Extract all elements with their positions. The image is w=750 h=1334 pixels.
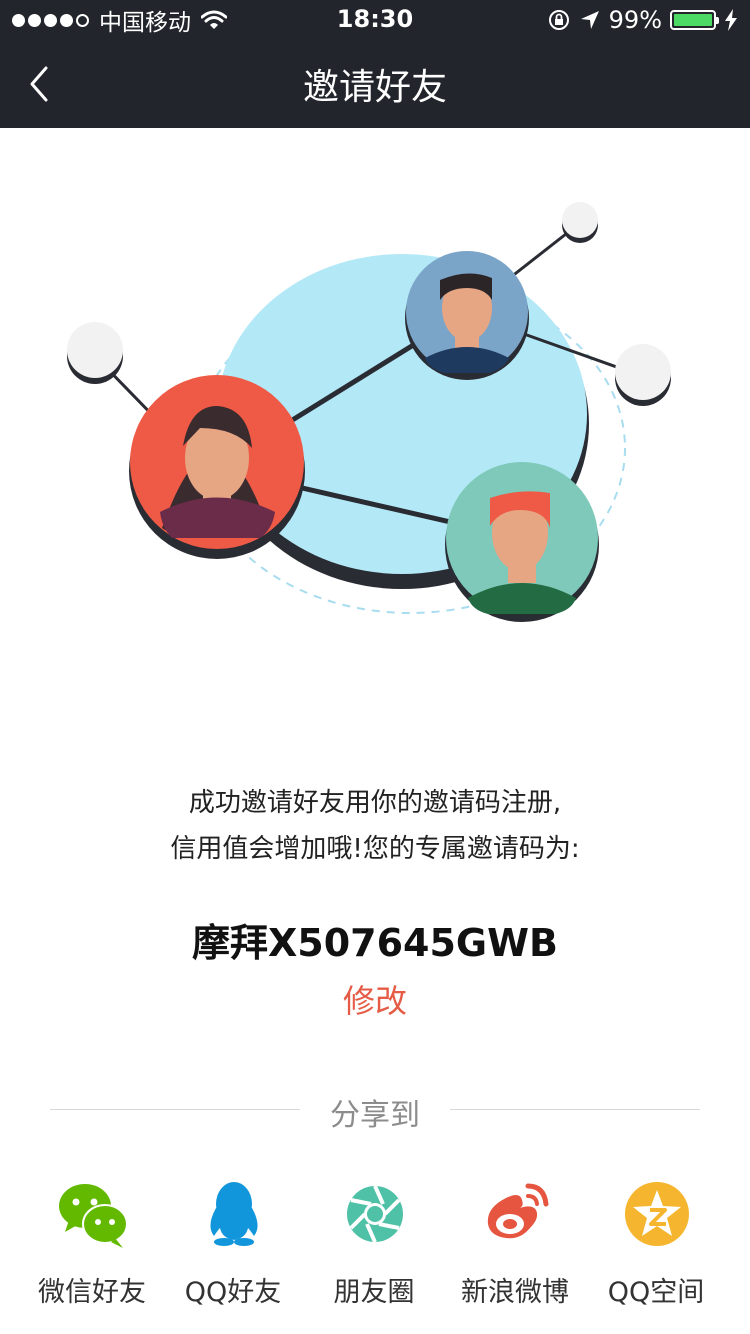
invite-description: 成功邀请好友用你的邀请码注册, 信用值会增加哦!您的专属邀请码为: (0, 780, 750, 872)
avatar-male-blue (405, 251, 529, 380)
qq-icon (210, 1182, 258, 1246)
invite-code: 摩拜X507645GWB (191, 921, 558, 965)
page-title: 邀请好友 (302, 67, 447, 108)
avatar-male-teal (445, 462, 599, 622)
share-moments-label: 朋友圈 (333, 1277, 415, 1308)
share-wechat-button[interactable]: 微信好友 (22, 1170, 162, 1320)
node-small-right (615, 344, 671, 406)
battery-percent: 99% (608, 6, 662, 34)
qzone-icon (625, 1182, 689, 1246)
node-small-left (67, 322, 123, 384)
rotation-lock-icon (548, 10, 569, 30)
share-qzone-label: QQ空间 (607, 1277, 705, 1308)
edit-code-button[interactable]: 修改 (325, 976, 425, 1022)
share-qq-button[interactable]: QQ好友 (163, 1170, 303, 1320)
share-wechat-label: 微信好友 (38, 1277, 146, 1308)
share-qq-label: QQ好友 (184, 1277, 282, 1308)
wechat-icon (59, 1184, 128, 1248)
status-right: 99% (547, 6, 738, 34)
moments-icon (347, 1185, 403, 1243)
share-qzone-button[interactable]: QQ空间 (586, 1170, 726, 1320)
header: 中国移动 18:30 99% 邀请好友 (0, 0, 750, 128)
weibo-icon (487, 1183, 549, 1239)
battery-icon (670, 10, 719, 30)
invite-description-line1: 成功邀请好友用你的邀请码注册, (188, 788, 562, 818)
share-options: 微信好友 QQ好友 朋友圈 新浪微博 QQ空间 (0, 1170, 750, 1320)
avatar-female (129, 375, 305, 559)
status-bar: 中国移动 18:30 99% (0, 0, 750, 40)
location-arrow-icon (580, 11, 599, 29)
invite-description-line2: 信用值会增加哦!您的专属邀请码为: (170, 834, 580, 864)
share-title: 分享到 (330, 1098, 420, 1133)
invite-network-illustration (67, 202, 671, 622)
charging-bolt-icon (725, 9, 737, 31)
share-moments-button[interactable]: 朋友圈 (304, 1170, 444, 1320)
nav-bar: 邀请好友 (0, 40, 750, 128)
share-weibo-button[interactable]: 新浪微博 (445, 1170, 585, 1320)
node-small-top-right (562, 202, 598, 243)
divider-right (450, 1109, 700, 1110)
battery-fill (674, 14, 712, 26)
share-weibo-label: 新浪微博 (461, 1277, 569, 1308)
